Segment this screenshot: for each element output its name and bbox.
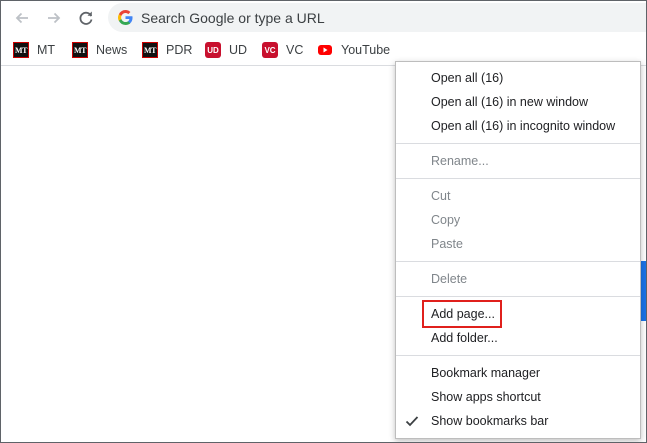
bookmark-label: MT — [37, 43, 56, 57]
back-button[interactable] — [9, 5, 35, 31]
menu-item-open-all-new-window[interactable]: Open all (16) in new window — [396, 90, 640, 114]
menu-item-add-page[interactable]: Add page... — [396, 302, 640, 326]
reload-icon — [79, 11, 93, 25]
bookmark-label: PDR — [166, 43, 193, 57]
menu-separator — [396, 143, 640, 144]
youtube-icon — [317, 42, 333, 58]
menu-item-label: Bookmark manager — [431, 366, 541, 380]
menu-item-bookmark-manager[interactable]: Bookmark manager — [396, 361, 640, 385]
checkmark-icon — [405, 416, 419, 427]
menu-item-label: Open all (16) — [431, 71, 504, 85]
menu-separator — [396, 178, 640, 179]
google-g-icon — [118, 10, 133, 25]
bookmark-vc[interactable]: VC VC — [262, 40, 303, 60]
menu-item-label: Delete — [431, 272, 468, 286]
bookmark-label: YouTube — [341, 43, 391, 57]
bookmark-news[interactable]: MT News — [72, 40, 127, 60]
menu-item-label: Copy — [431, 213, 461, 227]
arrow-left-icon — [15, 12, 28, 24]
page-content-accent — [641, 261, 646, 321]
bookmark-mt[interactable]: MT MT — [13, 40, 55, 60]
menu-item-rename[interactable]: Rename... — [396, 149, 640, 173]
bookmark-ud[interactable]: UD UD — [205, 40, 247, 60]
bookmark-youtube[interactable]: YouTube — [317, 40, 390, 60]
menu-item-label: Cut — [431, 189, 451, 203]
menu-item-label: Paste — [431, 237, 463, 251]
bookmarks-context-menu: Open all (16) Open all (16) in new windo… — [395, 61, 641, 439]
menu-item-cut[interactable]: Cut — [396, 184, 640, 208]
menu-item-open-all[interactable]: Open all (16) — [396, 66, 640, 90]
mt-favicon: MT — [13, 42, 29, 58]
bookmark-label: News — [96, 43, 128, 57]
forward-button[interactable] — [41, 5, 67, 31]
toolbar — [1, 1, 646, 35]
menu-item-label: Add folder... — [431, 331, 498, 345]
vc-favicon: VC — [262, 42, 278, 58]
ud-favicon: UD — [205, 42, 221, 58]
omnibox-input[interactable] — [141, 7, 641, 28]
menu-item-show-bookmarks-bar[interactable]: Show bookmarks bar — [396, 409, 640, 433]
menu-separator — [396, 296, 640, 297]
menu-item-delete[interactable]: Delete — [396, 267, 640, 291]
arrow-right-icon — [48, 12, 61, 24]
menu-item-show-apps-shortcut[interactable]: Show apps shortcut — [396, 385, 640, 409]
menu-item-label: Rename... — [431, 154, 489, 168]
menu-item-open-all-incognito[interactable]: Open all (16) in incognito window — [396, 114, 640, 138]
browser-window: MT MT MT News MT PDR UD UD VC VC You — [0, 0, 647, 443]
menu-item-label: Show bookmarks bar — [431, 414, 549, 428]
bookmark-pdr[interactable]: MT PDR — [142, 40, 192, 60]
omnibox[interactable] — [108, 3, 646, 32]
menu-separator — [396, 355, 640, 356]
bookmark-label: VC — [286, 43, 304, 57]
menu-separator — [396, 261, 640, 262]
menu-item-label: Open all (16) in new window — [431, 95, 589, 109]
reload-button[interactable] — [73, 5, 99, 31]
menu-item-paste[interactable]: Paste — [396, 232, 640, 256]
menu-item-label: Show apps shortcut — [431, 390, 541, 404]
menu-item-add-folder[interactable]: Add folder... — [396, 326, 640, 350]
mt-favicon: MT — [142, 42, 158, 58]
menu-item-copy[interactable]: Copy — [396, 208, 640, 232]
bookmark-label: UD — [229, 43, 248, 57]
mt-favicon: MT — [72, 42, 88, 58]
menu-item-label: Open all (16) in incognito window — [431, 119, 616, 133]
menu-item-label: Add page... — [431, 307, 495, 321]
